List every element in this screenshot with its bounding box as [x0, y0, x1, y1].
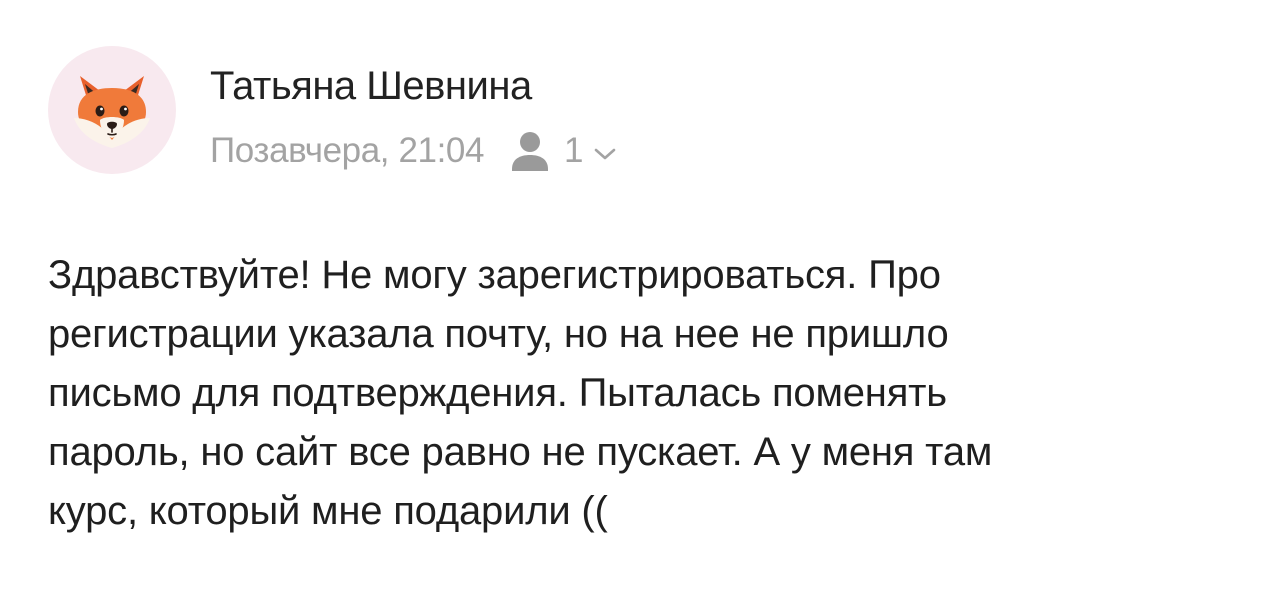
message-body: Здравствуйте! Не могу зарегистрироваться…: [48, 246, 1248, 541]
person-icon: [510, 129, 550, 173]
body-line: письмо для подтверждения. Пыталась помен…: [48, 371, 947, 415]
message-timestamp: Позавчера, 21:04: [210, 131, 485, 170]
message-meta: Позавчера, 21:04 1: [210, 125, 616, 177]
sender-name[interactable]: Татьяна Шевнина: [210, 60, 532, 112]
message-view: Татьяна Шевнина Позавчера, 21:04 1 Здрав…: [0, 0, 1280, 616]
body-line: пароль, но сайт все равно не пускает. А …: [48, 430, 993, 474]
recipient-count: 1: [564, 131, 584, 170]
recipients-toggle[interactable]: 1: [510, 125, 615, 177]
fox-face-icon: [70, 68, 154, 152]
body-line: курс, который мне подарили ((: [48, 489, 608, 533]
sender-avatar[interactable]: [48, 46, 176, 174]
body-line: регистрации указала почту, но на нее не …: [48, 312, 949, 356]
body-line: Здравствуйте! Не могу зарегистрироваться…: [48, 253, 941, 297]
chevron-down-icon: [594, 147, 616, 161]
